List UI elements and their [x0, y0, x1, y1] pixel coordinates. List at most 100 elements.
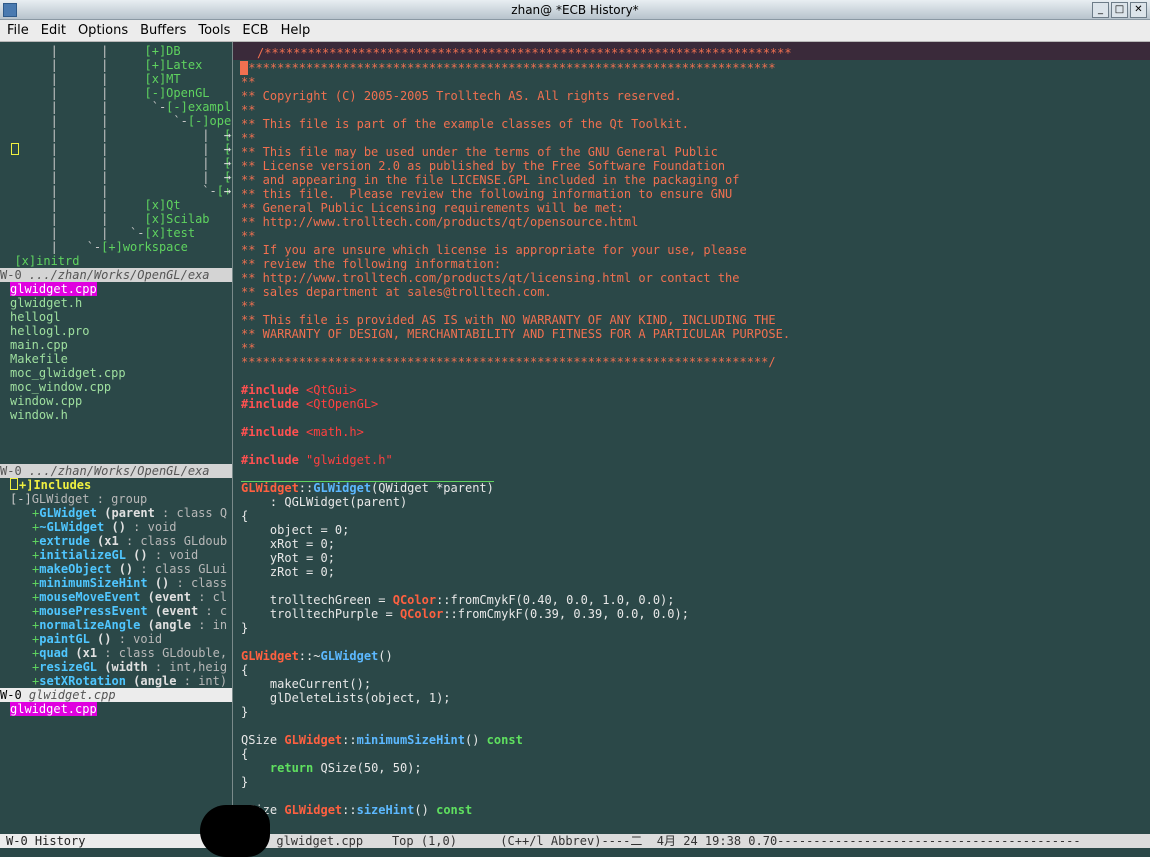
method-item[interactable]: +setXRotation (angle : int) [0, 674, 232, 688]
code-line: QSize GLWidget::minimumSizeHint() const [241, 733, 523, 747]
tree-node[interactable]: | | [+]Latex [0, 58, 232, 72]
source-file-item[interactable]: Makefile [0, 352, 232, 366]
tree-node[interactable]: | | [x]Scilab [0, 212, 232, 226]
code-line: zRot = 0; [241, 565, 335, 579]
tree-node[interactable]: | | [-]OpenGL [0, 86, 232, 100]
code-line: ** review the following information: [241, 257, 501, 271]
code-token: ** License version 2.0 as published by t… [241, 159, 726, 173]
tree-node-label: [+]DB [144, 44, 181, 58]
source-file-item[interactable]: window.h [0, 408, 232, 422]
method-item[interactable]: +mousePressEvent (event : c [0, 604, 232, 618]
tree-guide: | | `- [0, 114, 188, 128]
code-token: ** This file is provided AS IS with NO W… [241, 313, 776, 327]
method-item[interactable]: +resizeGL (width : int,heig [0, 660, 232, 674]
code-token: { [241, 747, 249, 761]
tree-node[interactable]: | | | [+]grabbe→ [0, 128, 232, 142]
method-item[interactable]: +paintGL () : void [0, 632, 232, 646]
method-item[interactable]: +GLWidget (parent : class Q [0, 506, 232, 520]
tree-node[interactable]: | | [x]MT [0, 72, 232, 86]
code-token: } [241, 621, 249, 635]
method-args: () [104, 520, 126, 534]
method-item[interactable]: +quad (x1 : class GLdouble, [0, 646, 232, 660]
method-item[interactable]: +normalizeAngle (angle : in [0, 618, 232, 632]
truncation-arrow-icon: → [223, 156, 231, 170]
source-file-name: main.cpp [10, 338, 68, 352]
method-item[interactable]: +makeObject () : class GLui [0, 562, 232, 576]
method-item[interactable]: +~GLWidget () : void [0, 520, 232, 534]
menu-help[interactable]: Help [274, 20, 316, 42]
code-token: #include [241, 425, 299, 439]
methods-group[interactable]: [-]GLWidget : group [0, 492, 232, 506]
menu-ecb[interactable]: ECB [235, 20, 273, 42]
methods-modeline: W-0 glwidget.cpp [0, 688, 232, 702]
tree-node[interactable]: | | `-[x]test [0, 226, 232, 240]
method-item[interactable]: +mouseMoveEvent (event : cl [0, 590, 232, 604]
code-line: } [241, 621, 248, 635]
source-file-item[interactable]: glwidget.h [0, 296, 232, 310]
method-args: (parent [97, 506, 155, 520]
code-token: () [378, 649, 393, 663]
source-file-name: glwidget.h [10, 296, 83, 310]
method-item[interactable]: +minimumSizeHint () : class [0, 576, 232, 590]
editor-modeline: --:-- glwidget.cpp Top (1,0) (C++/l Abbr… [233, 834, 1150, 848]
tree-node[interactable]: | | | [+]hellog→ [0, 142, 232, 156]
menu-file[interactable]: File [0, 20, 34, 42]
code-line: ** If you are unsure which license is ap… [241, 243, 747, 257]
tree-node[interactable]: | | [+]DB [0, 44, 232, 58]
menu-buffers[interactable]: Buffers [133, 20, 191, 42]
minimize-button[interactable]: _ [1092, 2, 1109, 18]
minibuffer[interactable] [0, 848, 1150, 857]
source-file-item[interactable]: hellogl [0, 310, 232, 324]
sources-pane: glwidget.cpp glwidget.h hellogl hellogl.pro… [0, 282, 232, 464]
editor-buffer[interactable]: /***************************************… [233, 42, 1150, 834]
maximize-button[interactable]: □ [1111, 2, 1128, 18]
source-file-item[interactable]: moc_glwidget.cpp [0, 366, 232, 380]
menu-options[interactable]: Options [71, 20, 133, 42]
close-button[interactable]: ✕ [1130, 2, 1147, 18]
code-token: GLWidget [313, 481, 372, 495]
methods-includes[interactable]: +]Includes [0, 478, 232, 492]
code-line: #include "glwidget.h" [241, 453, 393, 467]
tree-node[interactable]: [x]initrd [0, 254, 232, 268]
tree-guide: | | `- [0, 226, 145, 240]
code-line: return QSize(50, 50); [241, 761, 422, 775]
code-line: GLWidget::~GLWidget() [241, 649, 393, 663]
source-file-item[interactable]: hellogl.pro [0, 324, 232, 338]
code-token: ** [241, 229, 256, 243]
code-line: { [241, 747, 248, 761]
method-name: resizeGL [39, 660, 98, 674]
tree-node[interactable]: | | `-[-]examples [0, 100, 232, 114]
tree-node[interactable]: | | `-[+]textur→ [0, 184, 232, 198]
tree-node[interactable]: | | [x]Qt [0, 198, 232, 212]
menu-edit[interactable]: Edit [34, 20, 71, 42]
tree-node[interactable]: | | `-[-]opengl [0, 114, 232, 128]
tree-node[interactable]: | `-[+]workspace [0, 240, 232, 254]
method-args: () [111, 562, 134, 576]
code-token: ** [241, 75, 256, 89]
method-type: : class GLdouble, [97, 646, 228, 660]
source-file-item[interactable]: moc_window.cpp [0, 380, 232, 394]
method-type: : class [169, 576, 228, 590]
menu-tools[interactable]: Tools [191, 20, 235, 42]
history-item[interactable]: glwidget.cpp [0, 702, 232, 716]
truncation-arrow-icon: → [223, 170, 231, 184]
group-name: GLWidget [31, 492, 90, 506]
code-token: GLWidget [241, 649, 299, 663]
source-file-item[interactable]: main.cpp [0, 338, 232, 352]
source-file-item[interactable]: window.cpp [0, 394, 232, 408]
header-line: /***************************************… [233, 42, 1150, 60]
code-line: yRot = 0; [241, 551, 335, 565]
tree-node[interactable]: | | | [+]pbuffe→ [0, 156, 232, 170]
code-token: { [241, 663, 249, 677]
code-token: const [436, 803, 473, 817]
code-token: ** General Public Licensing requirements… [241, 201, 624, 215]
source-file-item[interactable]: glwidget.cpp [0, 282, 232, 296]
method-item[interactable]: +extrude (x1 : class GLdoub [0, 534, 232, 548]
history-pane: glwidget.cpp [0, 702, 232, 832]
tree-node[interactable]: | | | [+]sample→ [0, 170, 232, 184]
code-token: ** [241, 131, 256, 145]
method-item[interactable]: +initializeGL () : void [0, 548, 232, 562]
code-line: #include <QtGui> [241, 383, 357, 397]
code-token: : QGLWidget(parent) [241, 495, 408, 509]
